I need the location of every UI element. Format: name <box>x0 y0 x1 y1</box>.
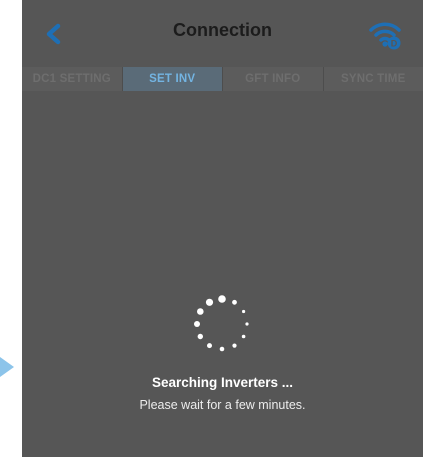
svg-text:D: D <box>391 39 398 49</box>
status-subtitle: Please wait for a few minutes. <box>139 398 306 412</box>
loading-spinner-icon <box>194 295 249 352</box>
tab-bar: DC1 SETTING SET INV GFT INFO SYNC TIME <box>22 67 423 91</box>
header: Connection D <box>22 0 423 67</box>
tab-sync-time[interactable]: SYNC TIME <box>324 67 423 91</box>
tab-dc1-setting[interactable]: DC1 SETTING <box>22 67 123 91</box>
status-title: Searching Inverters ... <box>151 375 294 390</box>
wifi-icon[interactable]: D <box>367 18 403 50</box>
side-arrow-icon <box>0 357 14 377</box>
tab-gft-info[interactable]: GFT INFO <box>223 67 324 91</box>
page-title: Connection <box>173 20 272 40</box>
tab-set-inv[interactable]: SET INV <box>122 67 223 91</box>
app-screen: Connection D DC1 SETTING SET INV GFT INF… <box>22 0 423 457</box>
